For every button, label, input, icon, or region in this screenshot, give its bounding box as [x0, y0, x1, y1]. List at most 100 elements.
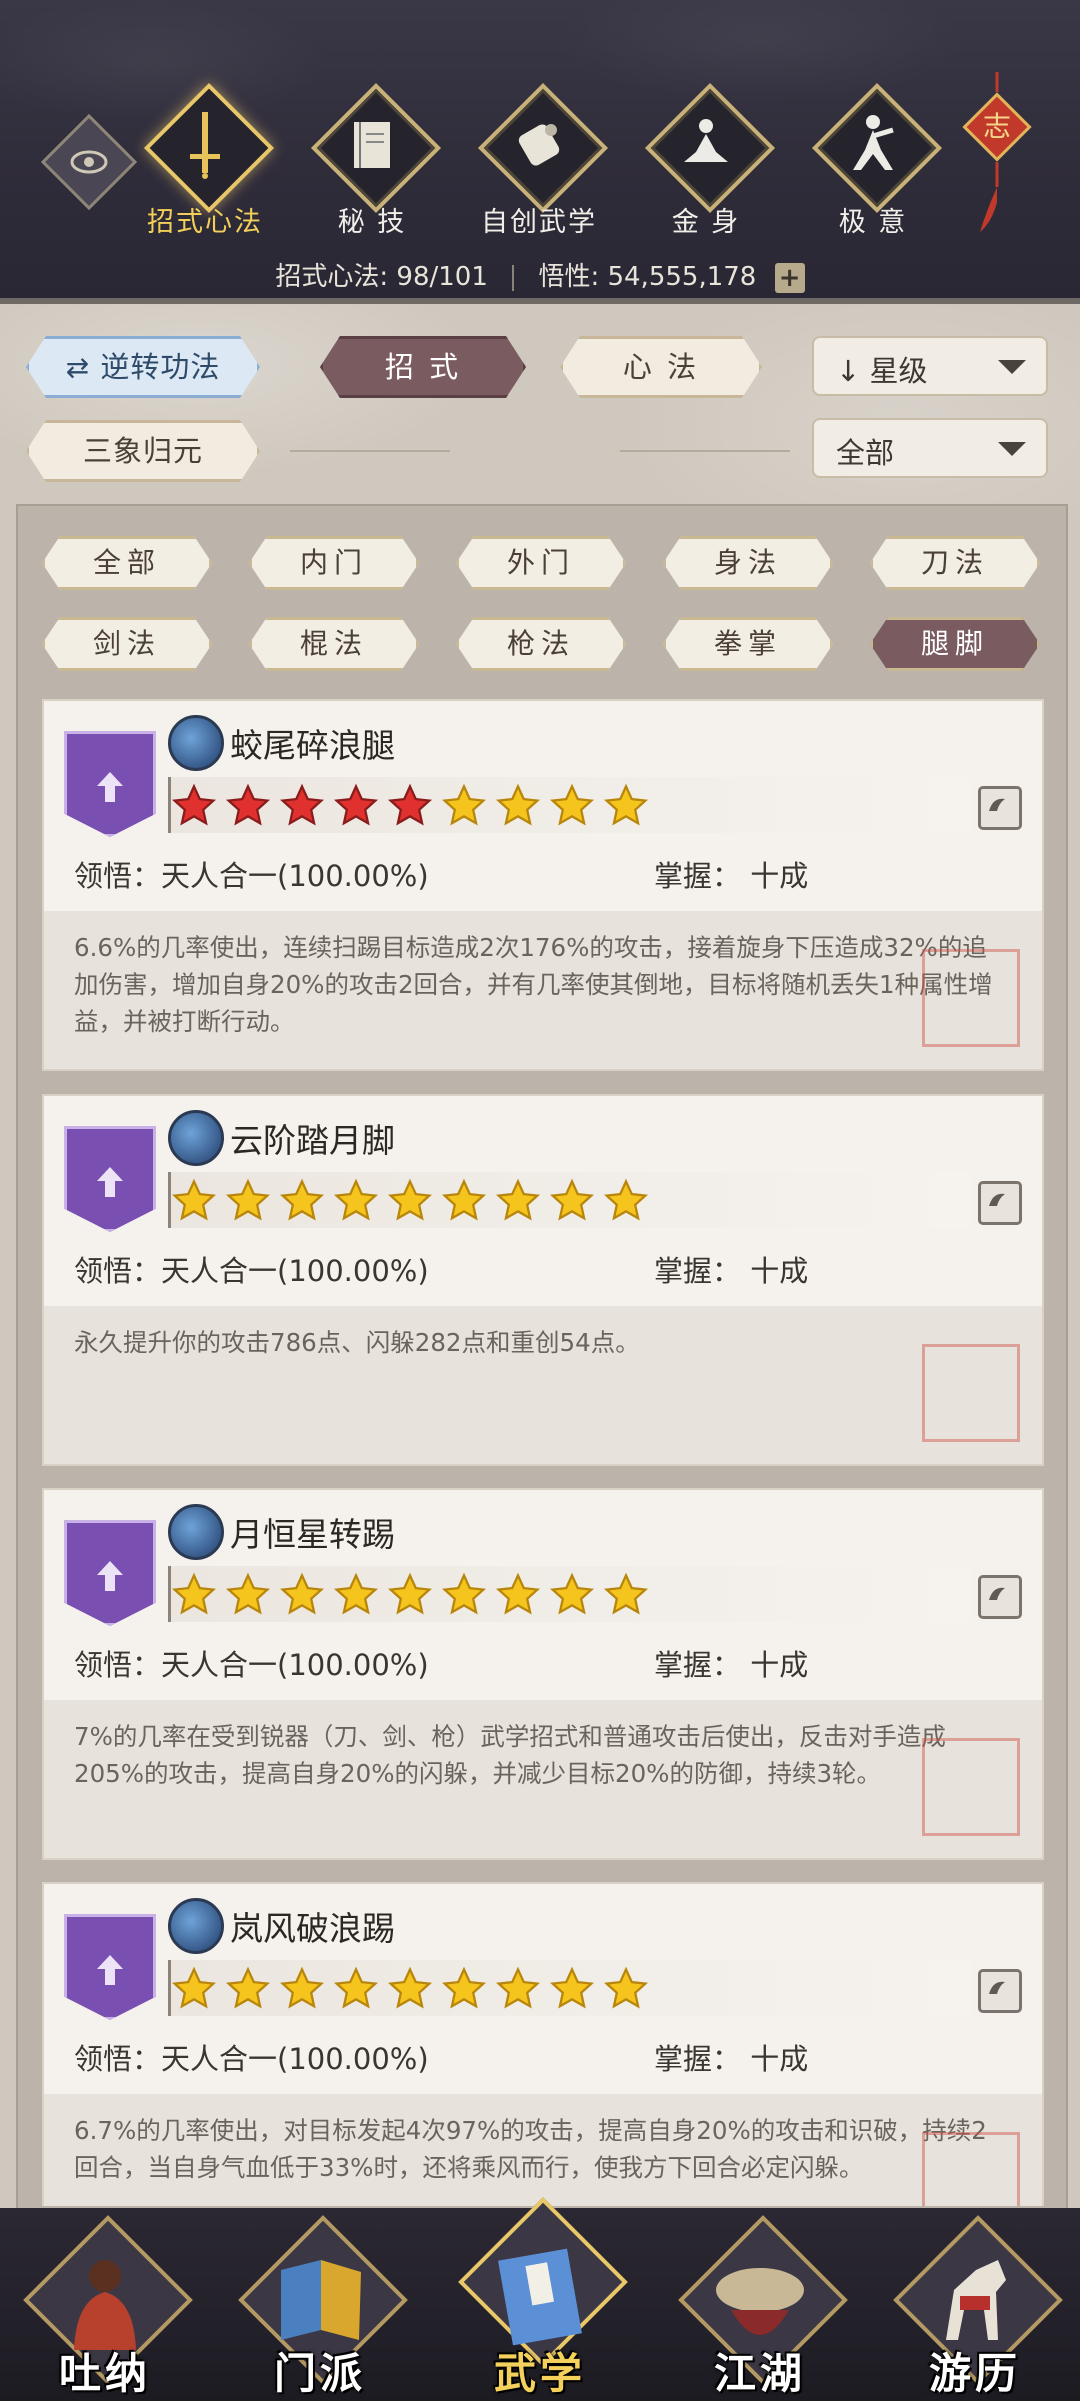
mastery-text: 掌握： 十成	[654, 859, 809, 893]
kick-skill-icon	[168, 715, 224, 771]
nav-jianghu[interactable]: 江湖	[678, 2215, 848, 2400]
mastery-text: 掌握： 十成	[654, 1648, 809, 1682]
star-icon	[441, 1572, 495, 1622]
star-icon	[495, 1178, 549, 1228]
nav-tuna[interactable]: 吐纳	[23, 2215, 193, 2400]
skill-card[interactable]: 岚风破浪踢 领悟：天人合一(100.00%) 掌握： 十成 6.7%的几率使出，对目标…	[42, 1882, 1044, 2206]
star-icon	[549, 1966, 603, 2016]
skill-description: 6.6%的几率使出，连续扫踢目标造成2次176%的攻击，接着旋身下压造成32%的…	[74, 933, 993, 1036]
tab-label: 自创武学	[481, 207, 597, 238]
kick-skill-icon	[168, 1110, 224, 1166]
star-icon	[549, 783, 603, 833]
star-icon	[495, 783, 549, 833]
comprehension-text: 领悟：天人合一(100.00%)	[74, 859, 429, 893]
knot-char: 志	[983, 110, 1011, 143]
seal-stamp-icon	[922, 949, 1020, 1047]
skill-type-icon[interactable]	[978, 1181, 1022, 1225]
mastery-text: 掌握： 十成	[654, 1254, 809, 1288]
tab-label: 金 身	[671, 207, 741, 238]
star-icon	[603, 783, 657, 833]
star-icon	[603, 1572, 657, 1622]
kick-skill-icon	[168, 1898, 224, 1954]
star-rating	[168, 1960, 971, 2016]
star-icon	[225, 1966, 279, 2016]
star-icon	[603, 1178, 657, 1228]
nav-label: 吐纳	[58, 2349, 151, 2398]
add-insight-button[interactable]: +	[774, 262, 805, 293]
star-icon	[441, 1178, 495, 1228]
insight-value: 54,555,178	[607, 262, 757, 292]
bottom-nav: 吐纳 门派 武学 江湖 游历	[0, 2197, 1080, 2401]
kick-skill-icon	[168, 1504, 224, 1560]
skill-type-icon[interactable]	[978, 786, 1022, 830]
star-icon	[279, 1572, 333, 1622]
skill-card[interactable]: 月恒星转踢领悟：天人合一(100.00%) 掌握： 十成 7%的几率在受到锐器（刀、…	[42, 1488, 1044, 1860]
star-icon	[225, 1178, 279, 1228]
star-icon	[225, 783, 279, 833]
skill-name: 云阶踏月脚	[230, 1121, 395, 1160]
tab-label: 招式心法	[147, 207, 263, 238]
star-rating	[168, 1172, 971, 1228]
star-icon	[171, 1572, 225, 1622]
comprehension-text: 领悟：天人合一(100.00%)	[74, 1648, 429, 1682]
skill-name: 月恒星转踢	[230, 1515, 395, 1554]
book-icon	[354, 122, 390, 168]
skill-type-icon[interactable]	[978, 1969, 1022, 2013]
star-icon	[495, 1572, 549, 1622]
star-icon	[225, 1572, 279, 1622]
meditation-icon	[684, 119, 728, 162]
star-icon	[279, 783, 333, 833]
skill-card[interactable]: 蛟尾碎浪腿领悟：天人合一(100.00%) 掌握： 十成 6.6%的几率使出，连续扫…	[42, 699, 1044, 1071]
nav-label: 门派	[273, 2349, 366, 2398]
nav-label: 武学	[493, 2349, 586, 2398]
skill-type-icon[interactable]	[978, 1575, 1022, 1619]
star-rating	[168, 777, 971, 833]
skill-name: 蛟尾碎浪腿	[230, 726, 395, 765]
star-icon	[549, 1572, 603, 1622]
skills-value: 98/101	[396, 262, 488, 292]
tab-ultimate-intent[interactable]: 极 意	[798, 82, 948, 242]
star-icon	[279, 1966, 333, 2016]
main-panel: ⇄ 逆转功法 招 式 心 法 ↓ 星级 三象归元 全部 全部 内门 外门 身法 …	[0, 304, 1080, 2234]
star-icon	[171, 783, 225, 833]
skill-cards: 蛟尾碎浪腿领悟：天人合一(100.00%) 掌握： 十成 6.6%的几率使出，连续扫…	[0, 304, 1080, 2206]
sword-icon	[190, 112, 220, 179]
skill-card[interactable]: 云阶踏月脚 领悟：天人合一(100.00%) 掌握： 十成 永久提升你的攻击786点、…	[42, 1094, 1044, 1466]
insight-label: 悟性:	[538, 262, 600, 292]
tab-secret-skill[interactable]: 秘 技	[297, 82, 447, 242]
nav-sect[interactable]: 门派	[238, 2215, 408, 2400]
nav-label: 游历	[928, 2349, 1021, 2398]
scroll-icon	[518, 124, 560, 166]
nav-martial-arts[interactable]: 武学	[458, 2197, 628, 2400]
star-icon	[387, 1572, 441, 1622]
seal-stamp-icon	[922, 1344, 1020, 1442]
skill-description: 7%的几率在受到锐器（刀、剑、枪）武学招式和普通攻击后使出，反击对手造成205%…	[74, 1722, 946, 1788]
star-icon	[495, 1966, 549, 2016]
tab-label: 极 意	[838, 207, 908, 238]
star-icon	[171, 1178, 225, 1228]
skills-label: 招式心法:	[275, 262, 389, 292]
star-icon	[279, 1178, 333, 1228]
mastery-text: 掌握： 十成	[654, 2042, 809, 2076]
star-icon	[333, 1178, 387, 1228]
chinese-knot-icon[interactable]: 志	[962, 72, 1032, 242]
tab-label: 秘 技	[337, 207, 407, 238]
divider	[512, 264, 515, 291]
star-icon	[333, 783, 387, 833]
martial-stance-icon	[853, 115, 894, 170]
star-icon	[387, 783, 441, 833]
star-icon	[603, 1966, 657, 2016]
star-icon	[441, 1966, 495, 2016]
tab-self-created[interactable]: 自创武学	[464, 82, 614, 242]
skill-description: 6.7%的几率使出，对目标发起4次97%的攻击，提高自身20%的攻击和识破，持续…	[74, 2116, 987, 2182]
skill-description: 永久提升你的攻击786点、闪躲282点和重创54点。	[74, 1328, 640, 1357]
nav-label: 江湖	[713, 2349, 806, 2398]
star-icon	[333, 1572, 387, 1622]
tab-moves-mind[interactable]: 招式心法	[130, 82, 280, 242]
tab-golden-body[interactable]: 金 身	[631, 82, 781, 242]
stats-bar: 招式心法: 98/101 悟性: 54,555,178 +	[0, 256, 1080, 293]
eye-icon[interactable]	[40, 113, 138, 211]
nav-travel[interactable]: 游历	[893, 2215, 1063, 2400]
top-header: 招式心法 秘 技 自创武学 金 身 极 意 志 招式心法: 98/101 悟性:…	[0, 0, 1080, 300]
comprehension-text: 领悟：天人合一(100.00%)	[74, 2042, 429, 2076]
